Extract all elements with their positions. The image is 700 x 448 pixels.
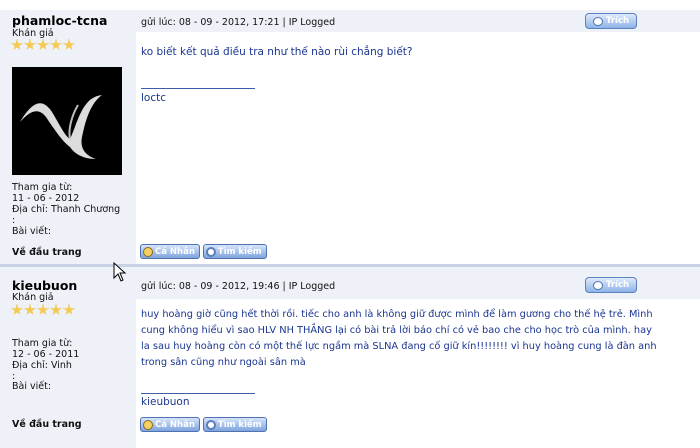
back-to-top-link[interactable]: Về đầu trang (12, 419, 82, 430)
profile-button[interactable]: Cá Nhân (140, 244, 200, 259)
post-timestamp: gửi lúc: 08 - 09 - 2012, 19:46 | IP Logg… (141, 281, 336, 292)
star-icon (50, 39, 62, 50)
post-count-label: Bài viết: (12, 381, 52, 392)
star-icon (63, 304, 75, 315)
forum-post: phamloc-tcna Khán giả Tham gia từ: 11 - … (0, 10, 700, 264)
quote-button-label: Trích (605, 280, 630, 290)
user-icon (143, 246, 153, 257)
profile-button-label: Cá Nhân (155, 246, 195, 257)
post-actions: Cá Nhân Tìm kiếm (140, 244, 267, 259)
author-address-extra: : (12, 215, 16, 226)
post-header: gửi lúc: 08 - 09 - 2012, 19:46 | IP Logg… (136, 267, 700, 299)
star-icon (37, 39, 49, 50)
avatar (12, 67, 122, 175)
speech-bubble-icon (592, 280, 603, 290)
signature: kieubuon (141, 396, 190, 408)
message-line: ko biết kết quả điều tra như thế nào rùi… (141, 46, 413, 58)
star-icon (11, 304, 23, 315)
search-button-label: Tìm kiếm (217, 246, 262, 257)
message-line: cung không hiểu vì sao HLV NH THẮNG lại … (141, 325, 652, 336)
post-header: gửi lúc: 08 - 09 - 2012, 17:21 | IP Logg… (136, 10, 700, 32)
star-icon (24, 39, 36, 50)
signature: loctc (141, 92, 167, 104)
speech-bubble-icon (592, 16, 603, 26)
profile-button[interactable]: Cá Nhân (140, 417, 200, 432)
post-body: gửi lúc: 08 - 09 - 2012, 19:46 | IP Logg… (136, 267, 700, 448)
author-panel: kieubuon Khán giả Tham gia từ: 12 - 06 -… (0, 267, 136, 448)
post-message: huy hoàng giờ cũng hết thời rồi. tiếc ch… (141, 307, 657, 371)
message-line: la sau huy hoàng còn có một thế lực ngầm… (141, 341, 657, 352)
member-since: 11 - 06 - 2012 (12, 193, 80, 204)
back-to-top-link[interactable]: Về đầu trang (12, 247, 82, 258)
star-icon (11, 39, 23, 50)
member-since-label: Tham gia từ: (12, 182, 73, 193)
star-icon (63, 39, 75, 50)
star-icon (50, 304, 62, 315)
message-line: trong sân cũng như ngoài sân mà (141, 357, 306, 368)
rank-stars (11, 39, 75, 51)
message-line: huy hoàng giờ cũng hết thời rồi. tiếc ch… (141, 309, 653, 320)
signature-divider (141, 88, 255, 89)
member-since-label: Tham gia từ: (12, 338, 73, 349)
user-icon (143, 419, 153, 430)
star-icon (37, 304, 49, 315)
author-rank: Khán giả (12, 292, 54, 303)
avatar-image (12, 67, 122, 175)
forum-post: kieubuon Khán giả Tham gia từ: 12 - 06 -… (0, 267, 700, 448)
quote-button[interactable]: Trích (585, 277, 637, 293)
post-message: ko biết kết quả điều tra như thế nào rùi… (141, 44, 413, 60)
member-since: 12 - 06 - 2011 (12, 349, 80, 360)
rank-stars (11, 304, 75, 316)
search-button[interactable]: Tìm kiếm (202, 417, 267, 432)
post-timestamp: gửi lúc: 08 - 09 - 2012, 17:21 | IP Logg… (141, 17, 336, 28)
search-button[interactable]: Tìm kiếm (202, 244, 267, 259)
profile-button-label: Cá Nhân (155, 419, 195, 430)
quote-button-label: Trích (605, 16, 630, 26)
search-button-label: Tìm kiếm (217, 419, 262, 430)
search-icon (205, 419, 216, 430)
author-panel: phamloc-tcna Khán giả Tham gia từ: 11 - … (0, 10, 136, 264)
signature-divider (141, 393, 255, 394)
author-rank: Khán giả (12, 28, 54, 39)
post-count-label: Bài viết: (12, 226, 52, 237)
post-body: gửi lúc: 08 - 09 - 2012, 17:21 | IP Logg… (136, 10, 700, 264)
quote-button[interactable]: Trích (585, 13, 637, 29)
search-icon (205, 246, 216, 257)
author-username[interactable]: kieubuon (12, 278, 77, 293)
author-address: Địa chỉ: Vinh (12, 360, 72, 371)
mouse-cursor-icon (113, 262, 127, 282)
star-icon (24, 304, 36, 315)
post-actions: Cá Nhân Tìm kiếm (140, 417, 267, 432)
author-address: Địa chỉ: Thanh Chương (12, 204, 121, 215)
author-username[interactable]: phamloc-tcna (12, 13, 108, 28)
